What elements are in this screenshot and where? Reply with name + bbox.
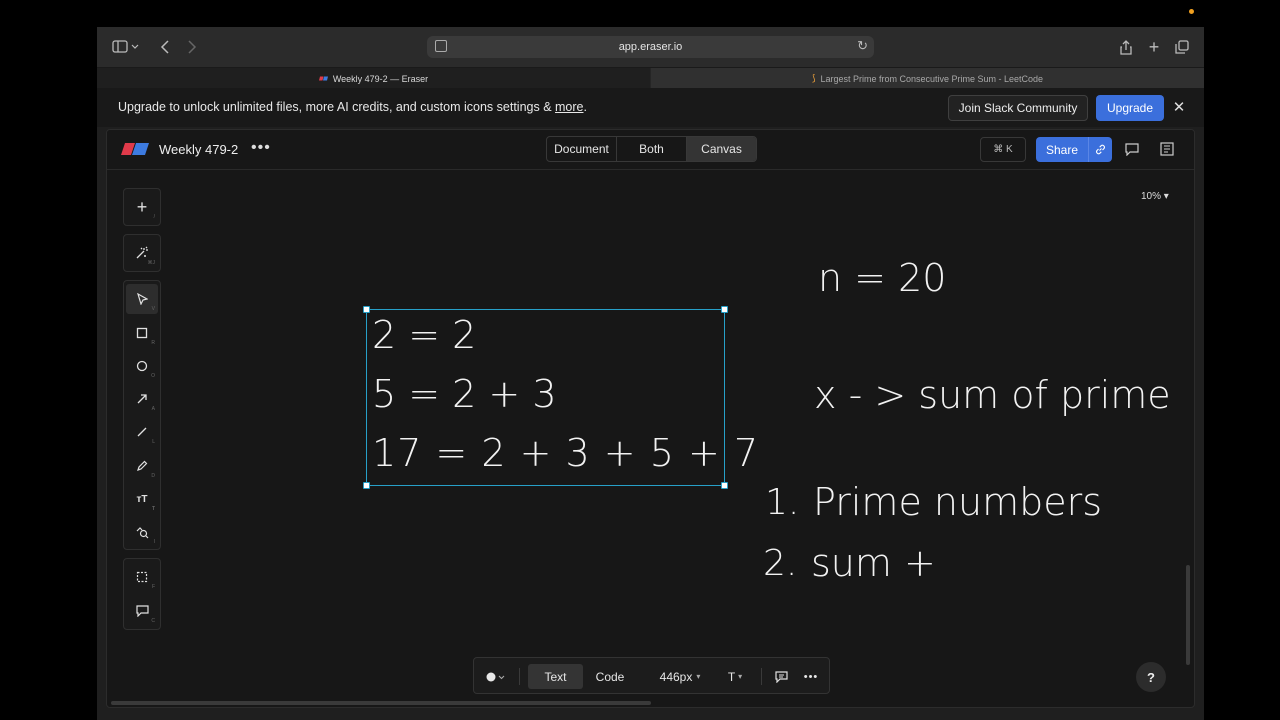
resize-handle[interactable] bbox=[721, 306, 728, 313]
pencil-tool-icon[interactable]: D bbox=[126, 451, 158, 481]
share-button[interactable]: Share bbox=[1036, 137, 1112, 162]
icon-search-tool-icon[interactable]: I bbox=[126, 517, 158, 547]
banner-text: Upgrade to unlock unlimited files, more … bbox=[118, 100, 556, 114]
resize-handle[interactable] bbox=[363, 482, 370, 489]
outline-panel-icon[interactable] bbox=[1158, 140, 1176, 158]
add-tool-group: + / bbox=[123, 188, 161, 226]
comment-tool-icon[interactable]: C bbox=[126, 596, 158, 626]
rectangle-tool-icon[interactable]: R bbox=[126, 318, 158, 348]
zoom-control[interactable]: 10% ▾ bbox=[1141, 191, 1169, 202]
frame-tool-group: F C bbox=[123, 558, 161, 630]
notification-dot bbox=[1189, 9, 1194, 14]
tab-label: Weekly 479-2 — Eraser bbox=[332, 73, 429, 84]
more-link[interactable]: more bbox=[555, 100, 583, 114]
sidebar-toggle-icon[interactable] bbox=[111, 37, 141, 57]
tab-label: Largest Prime from Consecutive Prime Sum… bbox=[820, 73, 1044, 84]
canvas-text-prime-numbers[interactable]: Prime numbers bbox=[813, 480, 1102, 524]
help-button[interactable]: ? bbox=[1136, 662, 1166, 692]
tab-leetcode[interactable]: ⟆ Largest Prime from Consecutive Prime S… bbox=[651, 68, 1204, 89]
join-slack-button[interactable]: Join Slack Community bbox=[948, 95, 1088, 121]
eraser-logo-icon[interactable] bbox=[121, 143, 149, 155]
canvas-list-number[interactable]: 2. bbox=[763, 543, 797, 584]
font-style-select[interactable]: T ▾ bbox=[722, 664, 748, 689]
url-text: app.eraser.io bbox=[618, 41, 683, 53]
color-picker[interactable] bbox=[482, 664, 510, 689]
upgrade-button[interactable]: Upgrade bbox=[1096, 95, 1164, 121]
horizontal-scrollbar[interactable] bbox=[111, 701, 651, 705]
banner-period: . bbox=[583, 100, 587, 114]
browser-toolbar: app.eraser.io ↻ + bbox=[97, 27, 1204, 67]
tab-document[interactable]: Document bbox=[547, 137, 617, 161]
link-icon[interactable] bbox=[1088, 137, 1112, 162]
command-palette-button[interactable]: ⌘ K bbox=[980, 137, 1026, 162]
share-label: Share bbox=[1046, 142, 1079, 157]
arrow-tool-icon[interactable]: A bbox=[126, 384, 158, 414]
leetcode-logo-icon: ⟆ bbox=[811, 73, 816, 83]
font-size-value: 446px bbox=[659, 669, 693, 684]
tab-canvas[interactable]: Canvas bbox=[687, 137, 756, 161]
text-format-bar: Text Code 446px ▾ T ▾ ••• bbox=[473, 657, 830, 694]
chevron-down-icon: ▾ bbox=[696, 672, 701, 681]
vertical-scrollbar[interactable] bbox=[1186, 565, 1190, 665]
reload-icon[interactable]: ↻ bbox=[857, 38, 868, 54]
app-header: Weekly 479-2 ••• Document Both Canvas ⌘ … bbox=[107, 130, 1194, 170]
eraser-logo-icon bbox=[318, 76, 328, 81]
site-settings-icon[interactable] bbox=[435, 40, 447, 52]
eraser-app: Weekly 479-2 ••• Document Both Canvas ⌘ … bbox=[106, 129, 1195, 708]
ai-magic-icon[interactable]: ⌘J bbox=[126, 238, 158, 268]
ellipse-tool-icon[interactable]: O bbox=[126, 351, 158, 381]
share-page-icon[interactable] bbox=[1117, 37, 1135, 57]
frame-tool-icon[interactable]: F bbox=[126, 562, 158, 592]
comments-icon[interactable] bbox=[1123, 140, 1141, 158]
banner-message: Upgrade to unlock unlimited files, more … bbox=[118, 100, 587, 114]
drawing-tools: V R O A L D ᴛT T I bbox=[123, 280, 161, 550]
font-size-select[interactable]: 446px ▾ bbox=[650, 664, 710, 689]
tab-eraser[interactable]: Weekly 479-2 — Eraser bbox=[97, 68, 650, 89]
browser-window: app.eraser.io ↻ + Weekly 479-2 — Eraser … bbox=[97, 27, 1204, 720]
selection-box[interactable] bbox=[363, 306, 728, 489]
canvas-text-sum[interactable]: sum + bbox=[811, 541, 936, 585]
tab-strip: Weekly 479-2 — Eraser ⟆ Largest Prime fr… bbox=[97, 67, 1204, 89]
ai-tool-group: ⌘J bbox=[123, 234, 161, 272]
add-icon[interactable]: + / bbox=[126, 192, 158, 222]
url-bar[interactable]: app.eraser.io ↻ bbox=[427, 36, 874, 58]
add-comment-icon[interactable] bbox=[770, 664, 792, 689]
text-mode-tab[interactable]: Text bbox=[528, 664, 583, 689]
new-tab-icon[interactable]: + bbox=[1145, 37, 1163, 57]
more-options-icon[interactable]: ••• bbox=[251, 139, 271, 157]
document-title[interactable]: Weekly 479-2 bbox=[159, 142, 238, 157]
canvas-text-n[interactable]: n = 20 bbox=[818, 256, 946, 300]
view-switcher: Document Both Canvas bbox=[546, 136, 757, 162]
canvas-list-number[interactable]: 1. bbox=[765, 482, 799, 523]
close-icon[interactable]: ✕ bbox=[1171, 97, 1187, 117]
upgrade-banner: Upgrade to unlock unlimited files, more … bbox=[97, 88, 1204, 127]
tab-both[interactable]: Both bbox=[617, 137, 687, 161]
tab-overview-icon[interactable] bbox=[1173, 37, 1191, 57]
back-icon[interactable] bbox=[157, 37, 173, 57]
line-tool-icon[interactable]: L bbox=[126, 417, 158, 447]
divider bbox=[519, 668, 520, 685]
divider bbox=[761, 668, 762, 685]
text-tool-icon[interactable]: ᴛT T bbox=[126, 484, 158, 514]
canvas-text-x[interactable]: x - > sum of prime bbox=[814, 373, 1171, 417]
more-options-icon[interactable]: ••• bbox=[800, 664, 822, 689]
resize-handle[interactable] bbox=[721, 482, 728, 489]
code-mode-tab[interactable]: Code bbox=[584, 664, 636, 689]
chevron-down-icon: ▾ bbox=[738, 672, 743, 681]
resize-handle[interactable] bbox=[363, 306, 370, 313]
font-style-value: T bbox=[727, 669, 736, 684]
select-tool-icon[interactable]: V bbox=[126, 284, 158, 314]
zoom-level: 10% bbox=[1141, 191, 1162, 202]
forward-icon[interactable] bbox=[184, 37, 200, 57]
